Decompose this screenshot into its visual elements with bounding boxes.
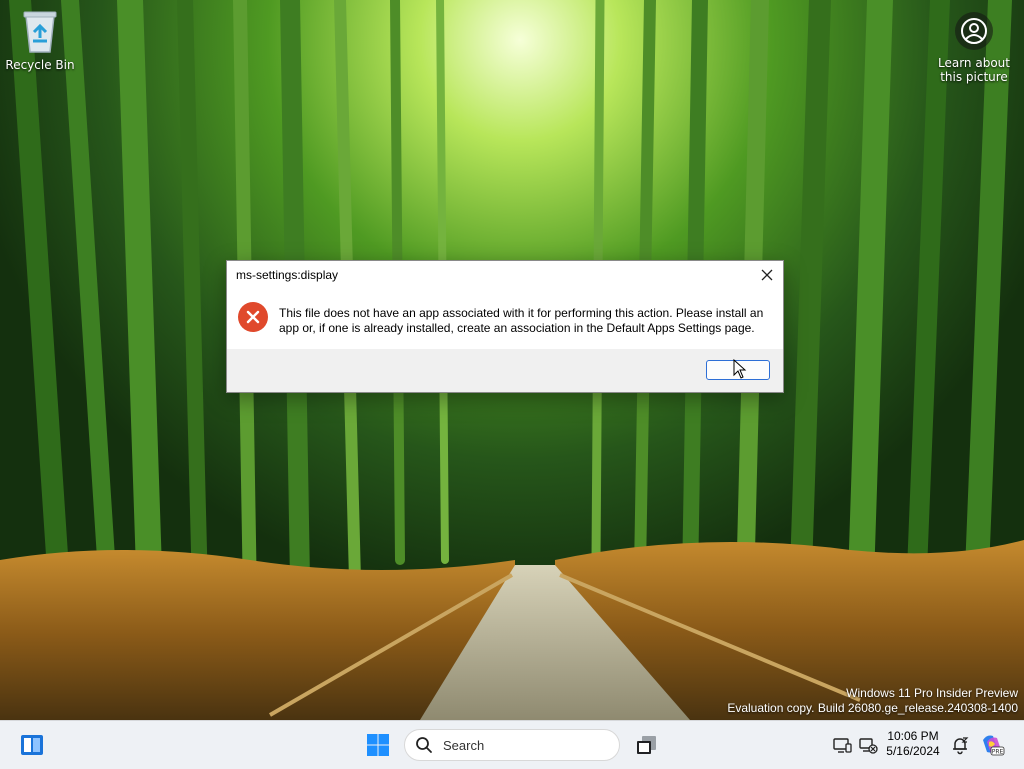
clock-date: 5/16/2024 xyxy=(886,744,940,758)
copilot-button[interactable]: PRE xyxy=(976,729,1008,761)
error-icon xyxy=(237,301,269,333)
dialog-footer xyxy=(227,349,783,392)
dialog-title: ms-settings:display xyxy=(236,268,339,282)
windows-logo-icon xyxy=(367,734,389,756)
close-icon xyxy=(761,269,773,281)
recycle-bin-label: Recycle Bin xyxy=(5,58,75,72)
network-disconnected-icon xyxy=(859,738,878,754)
search-icon xyxy=(416,737,432,753)
dialog-message: This file does not have an app associate… xyxy=(279,306,764,335)
svg-text:PRE: PRE xyxy=(992,749,1004,756)
copilot-icon: PRE xyxy=(983,735,1005,756)
watermark-line1: Windows 11 Pro Insider Preview xyxy=(846,686,1018,700)
camera-lens-icon xyxy=(955,12,993,50)
widgets-icon xyxy=(21,735,43,755)
learn-about-picture-desktop-icon[interactable]: Learn about this picture xyxy=(934,12,1014,84)
cast-display-icon xyxy=(833,738,852,753)
watermark-line2: Evaluation copy. Build 26080.ge_release.… xyxy=(727,701,1018,715)
taskbar-clock[interactable]: 10:06 PM 5/16/2024 xyxy=(878,729,948,759)
clock-time: 10:06 PM xyxy=(887,729,939,743)
start-button[interactable] xyxy=(362,729,394,761)
evaluation-watermark: Windows 11 Pro Insider Preview Evaluatio… xyxy=(727,686,1018,716)
taskbar-search-box[interactable] xyxy=(404,729,620,761)
mouse-cursor-icon xyxy=(733,358,747,383)
learn-picture-label-line1: Learn about xyxy=(938,56,1010,70)
dialog-body: This file does not have an app associate… xyxy=(227,289,783,349)
taskbar: 10:06 PM 5/16/2024 PRE xyxy=(0,720,1024,769)
recycle-bin-icon xyxy=(20,8,60,54)
recycle-bin-desktop-icon[interactable]: Recycle Bin xyxy=(0,8,80,72)
widgets-button[interactable] xyxy=(16,729,48,761)
task-view-icon xyxy=(637,736,656,754)
dialog-close-button[interactable] xyxy=(751,261,783,289)
search-input[interactable] xyxy=(441,736,615,754)
task-view-button[interactable] xyxy=(630,729,662,761)
error-dialog: ms-settings:display This file does not h… xyxy=(226,260,784,393)
notifications-button[interactable] xyxy=(944,729,976,761)
notification-bell-icon xyxy=(953,737,969,755)
learn-picture-label-line2: this picture xyxy=(940,70,1008,84)
